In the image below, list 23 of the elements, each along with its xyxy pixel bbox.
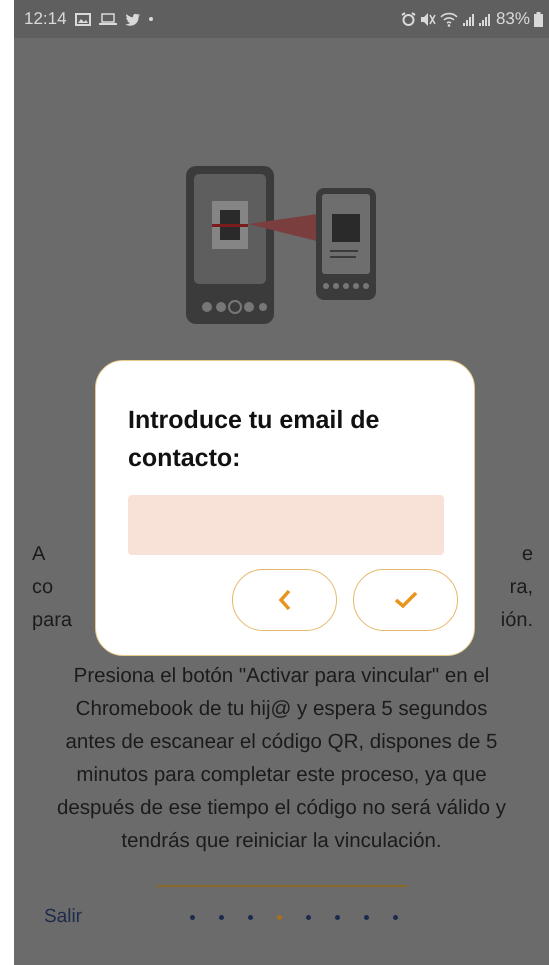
intro-text-fragment: A — [32, 542, 46, 567]
intro-text-fragment: para — [32, 608, 72, 633]
status-time: 12:14 — [24, 8, 67, 30]
checkmark-icon — [394, 591, 418, 609]
picture-icon — [74, 12, 91, 26]
email-input-field[interactable] — [128, 495, 444, 555]
intro-text-fragment: co — [32, 575, 54, 600]
intro-text-fragment: e — [522, 542, 533, 567]
dialog-title: Introduce tu email de contacto: — [128, 405, 380, 474]
laptop-icon — [98, 12, 117, 26]
exit-link[interactable]: Salir — [44, 903, 82, 932]
bird-icon — [124, 12, 141, 26]
intro-text-fragment: ra, — [510, 575, 533, 600]
intro-text-fragment: ión. — [500, 608, 533, 633]
alarm-icon — [400, 12, 416, 26]
instructions-text: Presiona el botón "Activar para vincular" en el Chromebook de tu hij@ y espera 5 segundos antes de escanear el código QR, dispones de 5 minutos para completar este proceso, ya que después de ese tiempo el código no será válido y tendrás que reiniciar la vinculación. — [56, 663, 507, 854]
signal-icon — [462, 12, 492, 26]
dot-icon — [148, 17, 153, 21]
chevron-left-icon — [278, 589, 292, 611]
battery-icon — [534, 12, 543, 26]
wifi-icon — [440, 12, 458, 26]
battery-percent: 83% — [496, 8, 530, 30]
mute-icon — [420, 12, 436, 26]
